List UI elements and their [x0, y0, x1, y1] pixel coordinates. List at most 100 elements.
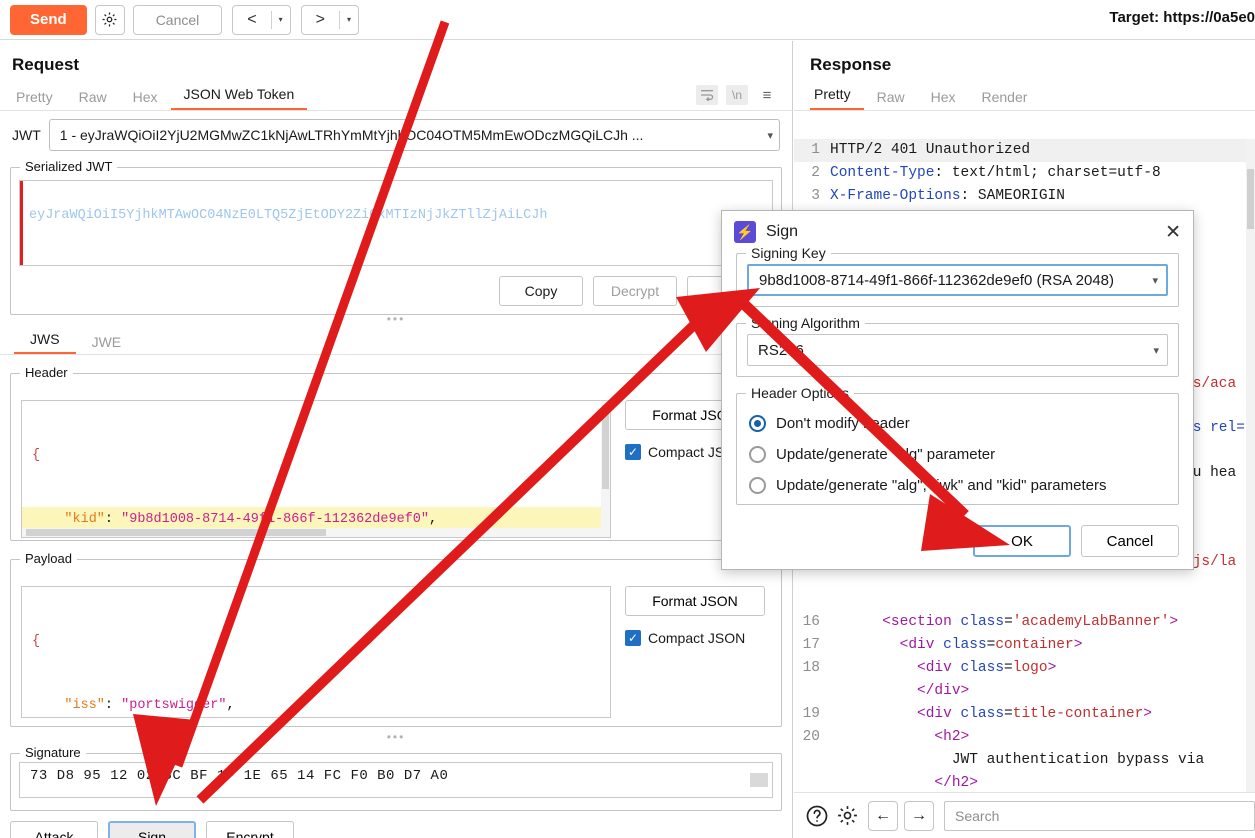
radio-label: Update/generate "alg" parameter: [776, 446, 995, 463]
serialized-jwt-buttons: Copy Decrypt: [11, 272, 781, 316]
jwt-header-editor[interactable]: { "kid": "9b8d1008-8714-49f1-866f-112362…: [21, 400, 611, 538]
jwt-header-group: Header { "kid": "9b8d1008-8714-49f1-866f…: [10, 373, 782, 541]
jwt-payload-code: { "iss": "portswigger", "exp": 170825538…: [22, 587, 610, 718]
radio-dont-modify-header[interactable]: Don't modify header: [749, 415, 1168, 432]
compact-json-checkbox[interactable]: ✓: [625, 630, 641, 646]
tab-raw[interactable]: Raw: [66, 89, 120, 111]
serialized-jwt-textarea[interactable]: eyJraWQiOiI5YjhkMTAwOC04NzE0LTQ5ZjEtODY2…: [19, 180, 773, 266]
signing-algorithm-group: Signing Algorithm RS256 ▾: [736, 323, 1179, 377]
serialized-line-clipped: eyJraWQiOiI5YjhkMTAwOC04NzE0LTQ5ZjEtODY2…: [29, 206, 766, 225]
radio-update-alg-jwk-kid[interactable]: Update/generate "alg", "jwk" and "kid" p…: [749, 477, 1168, 494]
tab-pretty[interactable]: Pretty: [810, 86, 864, 111]
copy-button[interactable]: Copy: [499, 276, 583, 306]
line-content: <h2>: [830, 726, 969, 749]
cancel-button[interactable]: Cancel: [1081, 525, 1179, 557]
response-line: JWT authentication bypass via: [794, 749, 1255, 772]
radio-update-alg[interactable]: Update/generate "alg" parameter: [749, 446, 1168, 463]
radio-button-icon[interactable]: [749, 446, 766, 463]
serialized-line: wmNZiWjiS9L3EG31Fp1CZZ1SmPwP5i1LEK_PZxcp…: [29, 263, 766, 266]
tab-hex[interactable]: Hex: [918, 89, 969, 111]
burp-logo-icon: ⚡: [734, 221, 756, 243]
splitter-handle[interactable]: •••: [0, 733, 792, 741]
target-label: Target: https://0a5e0: [1109, 9, 1255, 26]
response-line: 20 <h2>: [794, 726, 1255, 749]
send-button[interactable]: Send: [10, 5, 87, 35]
ok-button[interactable]: OK: [973, 525, 1071, 557]
signing-algorithm-legend: Signing Algorithm: [746, 315, 865, 331]
menu-icon[interactable]: ≡: [756, 85, 778, 105]
response-line: 1HTTP/2 401 Unauthorized: [794, 139, 1255, 162]
chevron-down-icon[interactable]: ▾: [272, 6, 290, 34]
vertical-scrollbar[interactable]: [601, 401, 610, 537]
line-content: <div class=logo>: [830, 657, 1056, 680]
help-icon[interactable]: [802, 801, 832, 831]
code-line: {: [32, 443, 600, 469]
compact-json-checkbox-row[interactable]: ✓ Compact JSON: [625, 630, 771, 646]
jwt-payload-editor[interactable]: { "iss": "portswigger", "exp": 170825538…: [21, 586, 611, 718]
compact-json-checkbox[interactable]: ✓: [625, 444, 641, 460]
serialized-jwt-legend: Serialized JWT: [20, 159, 117, 174]
radio-button-icon[interactable]: [749, 415, 766, 432]
forward-button[interactable]: →: [904, 801, 934, 831]
signing-algorithm-dropdown[interactable]: RS256 ▾: [747, 334, 1168, 366]
sign-dialog-title: Sign: [766, 223, 798, 241]
response-line: 19 <div class=title-container>: [794, 703, 1255, 726]
next-arrow-icon: >: [302, 6, 339, 34]
jwt-signature-field[interactable]: 73 D8 95 12 02 8C BF 1F 1E 65 14 FC F0 B…: [19, 762, 773, 798]
scrollbar-thumb[interactable]: [750, 773, 768, 787]
next-request-button[interactable]: > ▾: [301, 5, 359, 35]
jws-jwe-tabs: JWS JWE: [0, 327, 792, 355]
jwt-signature-value: 73 D8 95 12 02 8C BF 1F 1E 65 14 FC F0 B…: [20, 763, 772, 792]
divider: [0, 354, 792, 355]
word-wrap-icon[interactable]: [696, 85, 718, 105]
decrypt-button[interactable]: Decrypt: [593, 276, 677, 306]
encrypt-button[interactable]: Encrypt: [206, 821, 294, 838]
jwt-dropdown[interactable]: 1 - eyJraWQiOiI2YjU2MGMwZC1kNjAwLTRhYmMt…: [49, 119, 780, 151]
splitter-handle[interactable]: •••: [0, 315, 792, 323]
prev-request-button[interactable]: < ▾: [232, 5, 290, 35]
tab-json-web-token[interactable]: JSON Web Token: [171, 86, 308, 111]
line-number: [794, 680, 830, 703]
line-content: <section class='academyLabBanner'>: [830, 611, 1178, 634]
signing-key-dropdown[interactable]: 9b8d1008-8714-49f1-866f-112362de9ef0 (RS…: [747, 264, 1168, 296]
attack-button[interactable]: Attack: [10, 821, 98, 838]
show-newlines-icon[interactable]: \n: [726, 85, 748, 105]
settings-gear-icon[interactable]: [95, 5, 125, 35]
chevron-down-icon[interactable]: ▾: [340, 6, 358, 34]
tab-jwe[interactable]: JWE: [76, 334, 138, 355]
chevron-down-icon: ▾: [1146, 274, 1158, 287]
line-number: 20: [794, 726, 830, 749]
chevron-down-icon: ▾: [1147, 344, 1159, 357]
divider: [0, 110, 792, 111]
jwt-payload-legend: Payload: [20, 551, 77, 566]
request-title: Request: [0, 41, 792, 81]
tab-pretty[interactable]: Pretty: [12, 89, 66, 111]
back-button[interactable]: ←: [868, 801, 898, 831]
request-tab-icons: \n ≡: [696, 85, 778, 105]
jwt-payload-group: Payload { "iss": "portswigger", "exp": 1…: [10, 559, 782, 727]
line-content: </div>: [830, 680, 969, 703]
line-number: [794, 749, 830, 772]
top-toolbar: Send Cancel < ▾ > ▾ Target: https://0a5e…: [0, 0, 1255, 40]
radio-button-icon[interactable]: [749, 477, 766, 494]
sign-button[interactable]: Sign: [108, 821, 196, 838]
signing-key-group: Signing Key 9b8d1008-8714-49f1-866f-1123…: [736, 253, 1179, 307]
tab-jws[interactable]: JWS: [14, 331, 76, 355]
line-number: 17: [794, 634, 830, 657]
line-number: 16: [794, 611, 830, 634]
sign-dialog-footer: OK Cancel: [973, 525, 1179, 557]
header-options-group: Header Options Don't modify header Updat…: [736, 393, 1179, 505]
settings-gear-icon[interactable]: [832, 801, 862, 831]
burp-repeater-window: Send Cancel < ▾ > ▾ Target: https://0a5e…: [0, 0, 1255, 838]
horizontal-scrollbar[interactable]: [22, 528, 610, 537]
cancel-button[interactable]: Cancel: [133, 5, 223, 35]
response-scrollbar[interactable]: [1246, 139, 1255, 792]
jwt-select-row: JWT 1 - eyJraWQiOiI2YjU2MGMwZC1kNjAwLTRh…: [0, 111, 792, 151]
search-input[interactable]: Search: [944, 801, 1255, 831]
tab-raw[interactable]: Raw: [864, 89, 918, 111]
tab-render[interactable]: Render: [969, 89, 1041, 111]
close-icon[interactable]: ✕: [1165, 223, 1181, 242]
format-json-button[interactable]: Format JSON: [625, 586, 765, 616]
signing-key-value: 9b8d1008-8714-49f1-866f-112362de9ef0 (RS…: [759, 272, 1146, 289]
tab-hex[interactable]: Hex: [120, 89, 171, 111]
